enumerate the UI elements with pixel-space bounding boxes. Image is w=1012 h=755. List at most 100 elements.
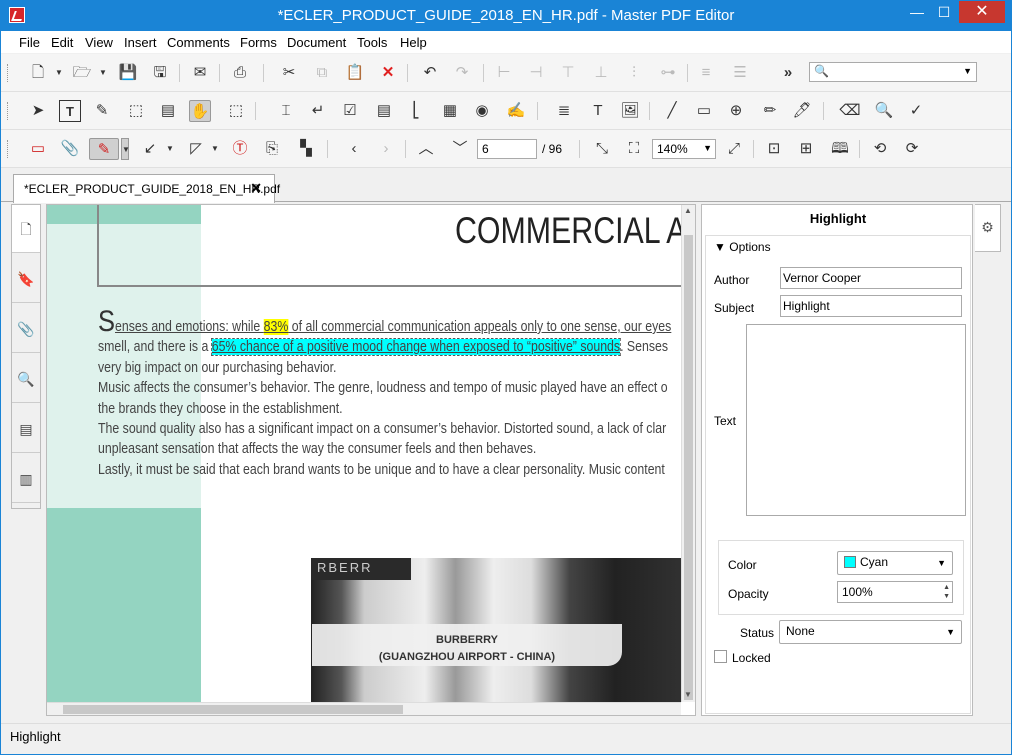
locked-checkbox[interactable] (714, 650, 727, 663)
previous-page-icon[interactable]: ‹ (343, 138, 365, 160)
marquee-select-icon[interactable]: ⬚ (225, 100, 247, 122)
rotate-right-icon[interactable]: ⟳ (901, 138, 923, 160)
menu-file[interactable]: File (19, 35, 40, 50)
cut-icon[interactable]: ✂ (278, 62, 300, 84)
button-field-icon[interactable]: ↵ (307, 100, 329, 122)
distribute-vertical-icon[interactable]: ≡ (695, 62, 717, 84)
email-icon[interactable]: ✉ (189, 62, 211, 84)
toolbar-grip[interactable] (7, 102, 10, 120)
next-page-icon[interactable]: › (375, 138, 397, 160)
menu-forms[interactable]: Forms (240, 35, 277, 50)
align-middle-icon[interactable]: ⊶ (657, 62, 679, 84)
options-header[interactable]: ▼ Options (714, 240, 771, 254)
properties-tab-icon[interactable]: ⚙ (975, 204, 1001, 252)
text-box-icon[interactable]: Ⓣ (229, 138, 251, 160)
arrow-line-icon[interactable]: ↙ (139, 138, 161, 160)
distribute-horizontal-icon[interactable]: ☰ (729, 62, 751, 84)
menu-view[interactable]: View (85, 35, 113, 50)
form-tool-icon[interactable]: ▤ (157, 100, 179, 122)
edit-text-icon[interactable]: ✎ (91, 100, 113, 122)
copy-icon[interactable]: ⧉ (311, 62, 333, 84)
redo-icon[interactable]: ↷ (451, 62, 473, 84)
align-center-icon[interactable]: ⫶ (623, 62, 645, 84)
scroll-up-icon[interactable]: ▲ (684, 206, 692, 215)
pencil-tool-icon[interactable]: ✏ (759, 100, 781, 122)
new-dropdown-icon[interactable]: ▼ (55, 62, 63, 84)
insert-image-icon[interactable]: 🖼 (619, 100, 641, 122)
select-arrow-icon[interactable]: ➤ (27, 100, 49, 122)
color-select[interactable]: Cyan ▼ (837, 551, 953, 575)
menu-edit[interactable]: Edit (51, 35, 73, 50)
check-mark-icon[interactable]: ✓ (905, 100, 927, 122)
ellipse-tool-icon[interactable]: ⊕ (725, 100, 747, 122)
signatures-panel-icon[interactable]: ▥ (12, 455, 40, 503)
open-folder-icon[interactable]: 🗁 (71, 62, 93, 84)
align-left-icon[interactable]: ⊢ (493, 62, 515, 84)
cyan-highlight[interactable]: 65% chance of a positive mood change whe… (210, 338, 621, 357)
polygon-dropdown-icon[interactable]: ▼ (211, 138, 219, 160)
undo-icon[interactable]: ↶ (419, 62, 441, 84)
fit-visible-icon[interactable]: ⊞ (795, 138, 817, 160)
minimize-button[interactable]: — (904, 1, 930, 23)
subject-field[interactable]: Highlight (780, 295, 962, 317)
checkbox-field-icon[interactable]: ☑ (339, 100, 361, 122)
color-dropdown-icon[interactable]: ▼ (937, 558, 946, 568)
layers-panel-icon[interactable]: ▤ (12, 405, 40, 453)
fit-page-icon[interactable]: ⛶ (623, 138, 645, 160)
signature-field-icon[interactable]: ✍ (505, 100, 527, 122)
bookmarks-panel-icon[interactable]: 🔖 (12, 255, 40, 303)
eraser-icon[interactable]: ⌫ (839, 100, 861, 122)
radio-field-icon[interactable]: ◉ (471, 100, 493, 122)
yellow-highlight[interactable]: 83% (263, 319, 289, 335)
spinner-arrows-icon[interactable]: ▲ ▼ (943, 583, 950, 601)
polygon-tool-icon[interactable]: ◸ (185, 138, 207, 160)
listbox-field-icon[interactable]: ▦ (439, 100, 461, 122)
align-top-icon[interactable]: ⊤ (557, 62, 579, 84)
menu-help[interactable]: Help (400, 35, 427, 50)
toolbar-grip[interactable] (7, 64, 10, 82)
save-icon[interactable]: 💾 (117, 62, 139, 84)
edit-objects-icon[interactable]: ⬚ (125, 100, 147, 122)
status-dropdown-icon[interactable]: ▼ (946, 627, 955, 637)
document-tab[interactable]: *ECLER_PRODUCT_GUIDE_2018_EN_HR.pdf ✕ (13, 174, 280, 203)
menu-insert[interactable]: Insert (124, 35, 157, 50)
actual-size-icon[interactable]: ⊡ (763, 138, 785, 160)
zoom-dropdown-icon[interactable]: ▼ (703, 143, 712, 153)
measure-icon[interactable]: ▚ (295, 138, 317, 160)
author-field[interactable]: Vernor Cooper (780, 267, 962, 289)
horizontal-scrollbar[interactable] (47, 702, 681, 715)
search-input[interactable]: 🔍 ▼ (809, 62, 977, 82)
text-tool-icon[interactable]: T (59, 100, 81, 122)
highlight-tool-icon[interactable]: ✎ (89, 138, 119, 160)
maximize-button[interactable]: ☐ (931, 1, 957, 23)
comment-text-area[interactable] (746, 324, 966, 516)
align-bottom-icon[interactable]: ⊥ (590, 62, 612, 84)
menu-comments[interactable]: Comments (167, 35, 230, 50)
open-dropdown-icon[interactable]: ▼ (99, 62, 107, 84)
rectangle-tool-icon[interactable]: ▭ (693, 100, 715, 122)
toolbar-grip[interactable] (7, 140, 10, 158)
search-dropdown-icon[interactable]: ▼ (963, 66, 972, 76)
opacity-spinner[interactable]: 100% ▲ ▼ (837, 581, 953, 603)
line-tool-icon[interactable]: ╱ (661, 100, 683, 122)
sticky-note-icon[interactable]: ▭ (27, 138, 49, 160)
last-page-icon[interactable]: ﹀ (449, 138, 471, 160)
hand-tool-icon[interactable]: ✋ (189, 100, 211, 122)
find-icon[interactable]: 🔍 (873, 100, 895, 122)
typewriter-icon[interactable]: T (587, 100, 609, 122)
highlight-dropdown-icon[interactable]: ▼ (121, 138, 130, 160)
zoom-select[interactable]: 140% ▼ (652, 139, 716, 159)
scrollbar-thumb[interactable] (684, 235, 693, 700)
attachments-panel-icon[interactable]: 📎 (12, 305, 40, 353)
marker-tool-icon[interactable]: 🖊 (791, 100, 813, 122)
line-dropdown-icon[interactable]: ▼ (166, 138, 174, 160)
paste-icon[interactable]: 📋 (344, 62, 366, 84)
two-page-view-icon[interactable]: 🕮 (829, 138, 851, 160)
align-right-icon[interactable]: ⊣ (525, 62, 547, 84)
fullscreen-icon[interactable]: ⤢ (723, 138, 745, 160)
search-panel-icon[interactable]: 🔍 (12, 355, 40, 403)
collapse-icon[interactable]: ▼ (714, 240, 726, 254)
text-field-icon[interactable]: ⌶ (275, 100, 297, 122)
scrollbar-thumb[interactable] (63, 705, 403, 714)
fit-width-icon[interactable]: ⤡ (591, 138, 613, 160)
